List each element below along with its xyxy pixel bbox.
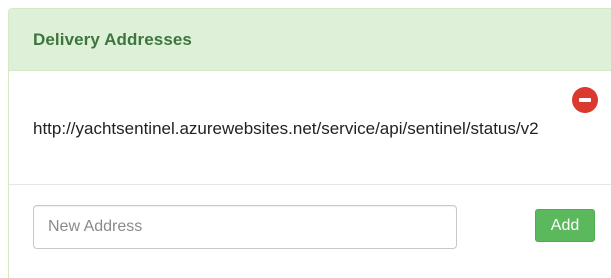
panel-title: Delivery Addresses (33, 29, 192, 49)
address-list-item: http://yachtsentinel.azurewebsites.net/s… (9, 71, 611, 185)
add-address-button[interactable]: Add (535, 209, 595, 242)
new-address-input[interactable] (33, 205, 457, 249)
remove-address-button[interactable] (572, 87, 598, 113)
new-address-row: Add (9, 185, 611, 275)
panel-heading: Delivery Addresses (9, 9, 611, 71)
delivery-addresses-panel: Delivery Addresses http://yachtsentinel.… (8, 8, 611, 278)
address-url: http://yachtsentinel.azurewebsites.net/s… (33, 119, 539, 138)
minus-icon (579, 98, 591, 102)
